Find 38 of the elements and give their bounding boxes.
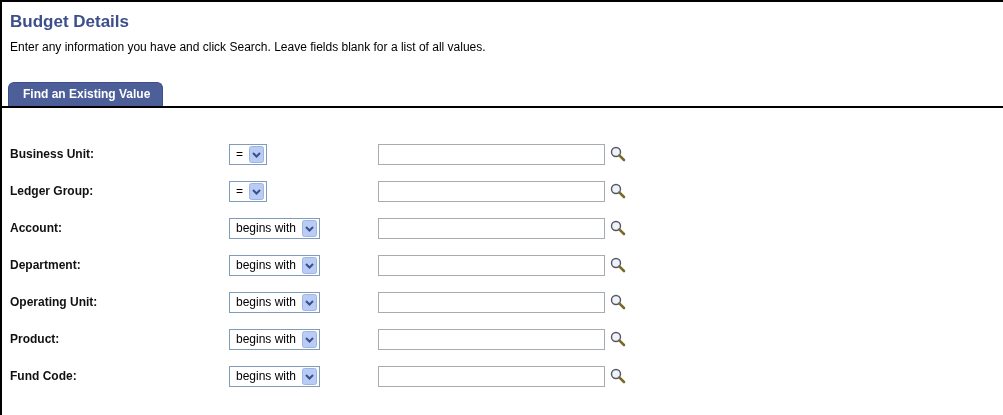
input-field[interactable] <box>378 143 605 165</box>
caret-icon <box>302 219 318 237</box>
search-icon[interactable] <box>610 294 626 310</box>
caret-icon <box>302 367 318 385</box>
page-title: Budget Details <box>10 12 131 32</box>
field-label: Fund Code: <box>10 369 78 383</box>
input-field[interactable] <box>378 217 605 239</box>
operator-dropdown[interactable]: begins with <box>229 217 321 239</box>
operator-dropdown[interactable]: = <box>229 180 267 202</box>
operator-dropdown[interactable]: begins with <box>229 291 321 313</box>
input-field[interactable] <box>378 328 605 350</box>
caret-icon <box>249 182 264 200</box>
search-icon[interactable] <box>610 220 626 236</box>
caret-icon <box>302 293 318 311</box>
input-field[interactable] <box>378 180 605 202</box>
field-label: Ledger Group: <box>10 184 95 198</box>
search-icon[interactable] <box>610 146 626 162</box>
field-label: Product: <box>10 332 61 346</box>
field-label: Business Unit: <box>10 147 95 161</box>
search-icon[interactable] <box>610 257 626 273</box>
caret-icon <box>249 145 264 163</box>
search-icon[interactable] <box>610 368 626 384</box>
operator-dropdown[interactable]: begins with <box>229 365 321 387</box>
input-field[interactable] <box>378 254 605 276</box>
input-field[interactable] <box>378 291 605 313</box>
tab[interactable]: Find an Existing Value <box>8 82 164 106</box>
instructions-text: Enter any information you have and click Search. Leave fields blank for a list of all values. <box>10 40 487 54</box>
operator-dropdown[interactable]: = <box>229 143 267 165</box>
caret-icon <box>302 256 318 274</box>
operator-dropdown[interactable]: begins with <box>229 328 321 350</box>
search-icon[interactable] <box>610 331 626 347</box>
field-label: Account: <box>10 221 63 235</box>
operator-dropdown[interactable]: begins with <box>229 254 321 276</box>
field-label: Operating Unit: <box>10 295 99 309</box>
input-field[interactable] <box>378 365 605 387</box>
field-label: Department: <box>10 258 82 272</box>
caret-icon <box>302 330 318 348</box>
search-icon[interactable] <box>610 183 626 199</box>
